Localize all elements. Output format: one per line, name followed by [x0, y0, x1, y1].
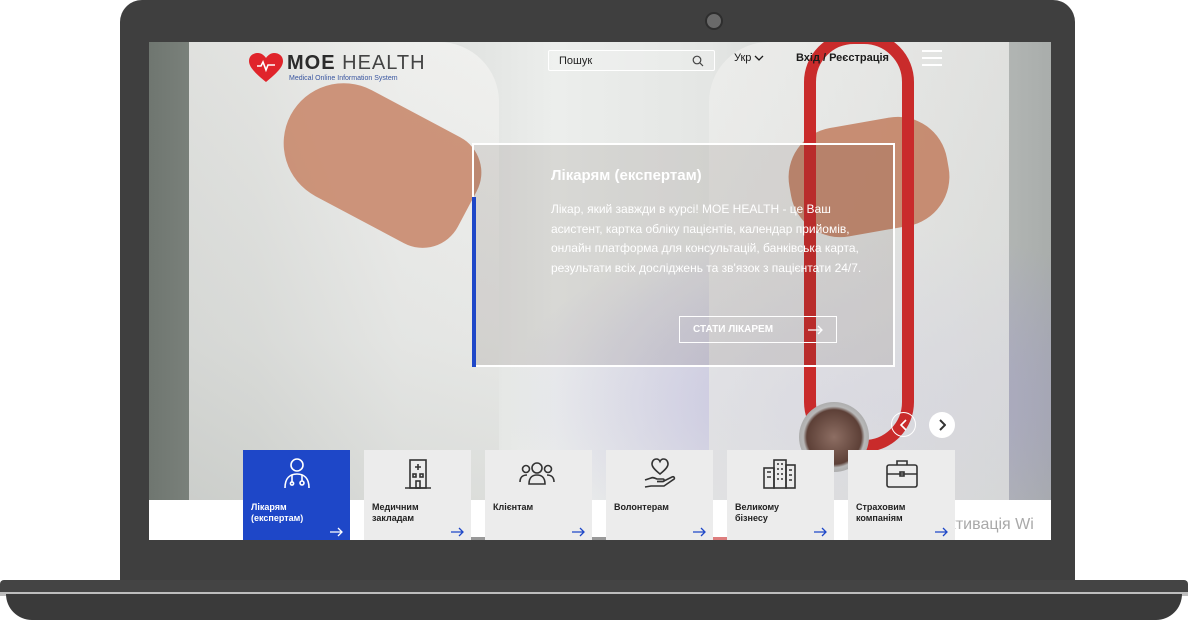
chevron-right-icon [939, 419, 946, 431]
chevron-down-icon [754, 55, 764, 61]
category-tile-medical-institutions[interactable]: Медичним закладам [364, 450, 471, 540]
hamburger-menu-icon[interactable] [922, 50, 942, 66]
brand-name-light: HEALTH [342, 52, 426, 74]
category-tile-doctors[interactable]: Лікарям (експертам) [243, 450, 350, 540]
language-selector[interactable]: Укр [734, 52, 764, 64]
brand-name: МОЕ HEALTH [287, 52, 426, 75]
laptop-base-bottom [6, 594, 1182, 620]
arrow-right-icon [935, 527, 948, 537]
language-label: Укр [734, 52, 752, 64]
category-label: Медичним закладам [372, 502, 419, 523]
become-doctor-button-label: СТАТИ ЛІКАРЕМ [693, 324, 774, 335]
heart-hand-icon [644, 458, 676, 488]
hero-title: Лікарям (експертам) [551, 167, 702, 184]
hospital-icon [405, 459, 431, 489]
arrow-right-icon [330, 527, 343, 537]
search-input[interactable] [549, 51, 689, 71]
webcam [705, 12, 723, 30]
category-label: Лікарям (експертам) [251, 502, 304, 523]
arrow-right-icon [808, 325, 823, 335]
category-label: Страховим компаніям [856, 502, 906, 523]
arrow-right-icon [572, 527, 585, 537]
category-tile-insurance[interactable]: Страховим компаніям [848, 450, 955, 540]
category-label: Клієнтам [493, 502, 534, 512]
arrow-right-icon [814, 527, 827, 537]
chevron-left-icon [899, 418, 907, 431]
search-box[interactable] [548, 50, 715, 71]
search-icon[interactable] [692, 55, 704, 67]
people-icon [519, 462, 555, 485]
category-label: Волонтерам [614, 502, 669, 512]
category-tile-big-business[interactable]: Великому бізнесу [727, 450, 834, 540]
website-screen: МОЕ HEALTH Medical Online Information Sy… [149, 42, 1051, 540]
login-register-link[interactable]: Вхід / Реєстрація [796, 52, 889, 64]
arrow-right-icon [693, 527, 706, 537]
heart-logo-icon [249, 53, 283, 82]
become-doctor-button[interactable]: СТАТИ ЛІКАРЕМ [679, 316, 837, 343]
category-tile-volunteers[interactable]: Волонтерам [606, 450, 713, 540]
hero-card-accent-bar [472, 197, 476, 367]
briefcase-icon [886, 460, 918, 488]
buildings-icon [763, 459, 796, 489]
slider-next-button[interactable] [929, 412, 955, 438]
category-tiles: Лікарям (експертам) Медичним закладам Кл… [243, 450, 955, 540]
brand-tagline: Medical Online Information System [289, 75, 398, 82]
hero-description: Лікар, який завжди в курсі! МОЕ HEALTH -… [551, 202, 862, 275]
brand-name-bold: МОЕ [287, 52, 336, 74]
slider-prev-button[interactable] [891, 412, 916, 437]
doctor-icon [284, 458, 310, 489]
category-label: Великому бізнесу [735, 502, 780, 523]
arrow-right-icon [451, 527, 464, 537]
hero-card: Лікарям (експертам) Лікар, який завжди в… [472, 143, 895, 367]
category-tile-clients[interactable]: Клієнтам [485, 450, 592, 540]
